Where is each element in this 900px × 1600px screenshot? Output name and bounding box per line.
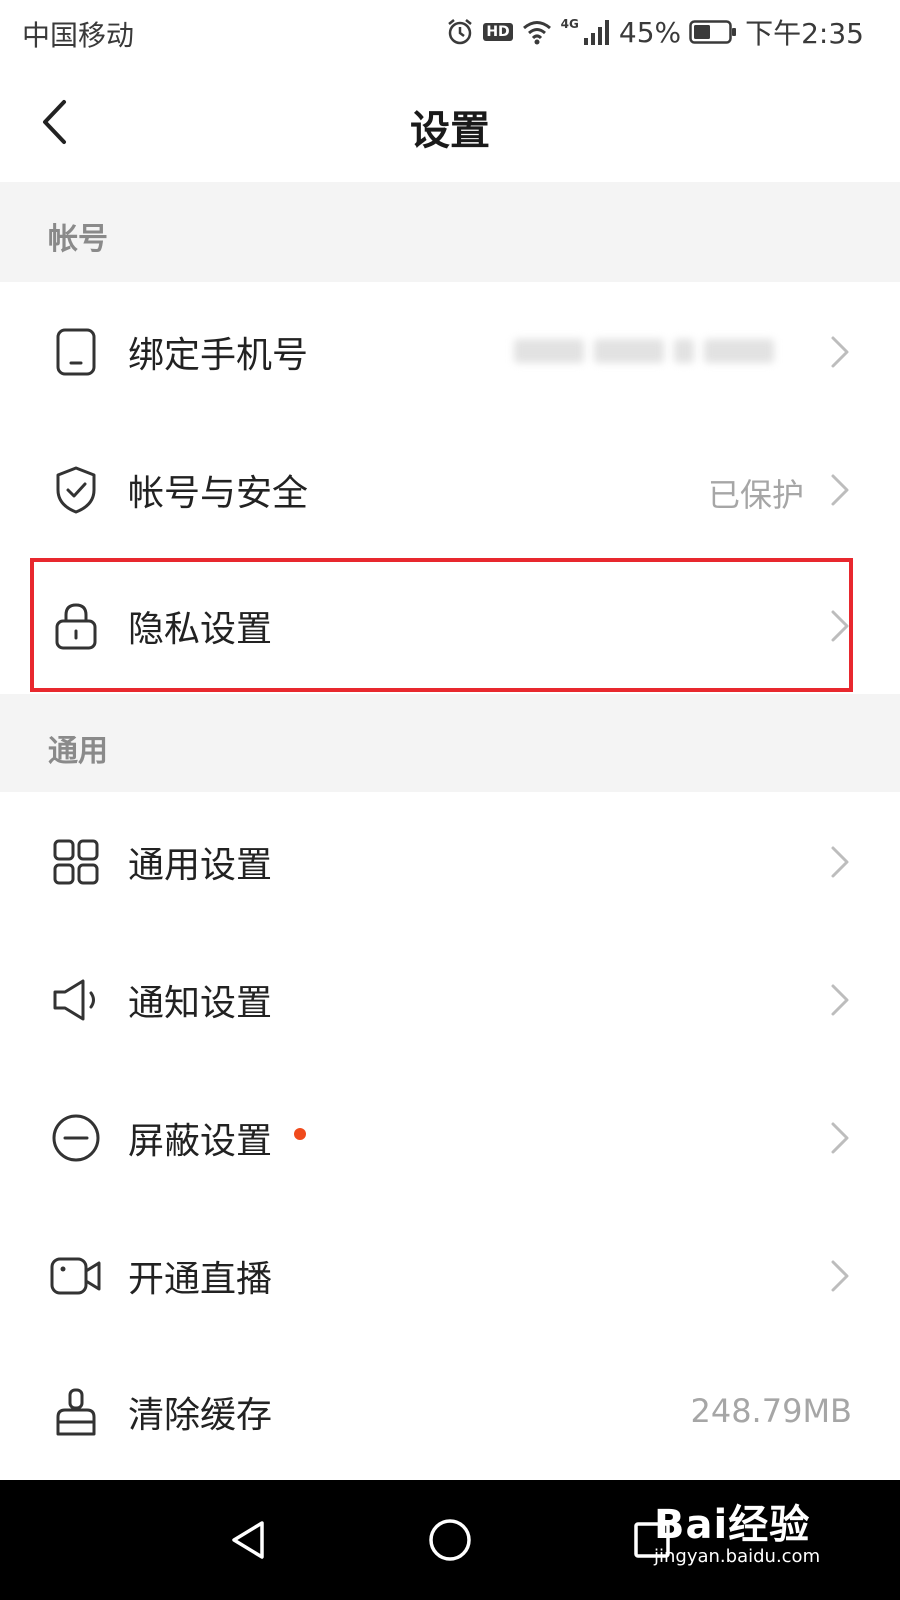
watermark-brand: Bai经验 bbox=[654, 1502, 811, 1548]
new-badge-dot bbox=[294, 1128, 306, 1140]
settings-item-notification[interactable]: 通知设置 bbox=[0, 930, 900, 1070]
settings-item-clear-cache[interactable]: 清除缓存 248.79MB bbox=[0, 1342, 900, 1482]
system-nav-bar: Bai经验 jingyan.baidu.com bbox=[0, 1480, 900, 1600]
video-camera-icon bbox=[48, 1248, 104, 1304]
section-title: 通用 bbox=[48, 734, 108, 769]
item-label: 屏蔽设置 bbox=[128, 1121, 273, 1162]
chevron-right-icon bbox=[831, 984, 849, 1016]
settings-item-account-security[interactable]: 帐号与安全 已保护 bbox=[0, 420, 900, 560]
item-value: 已保护 bbox=[707, 476, 804, 514]
lock-icon bbox=[48, 598, 104, 654]
nav-back-button[interactable] bbox=[208, 1500, 288, 1580]
chevron-right-icon bbox=[831, 336, 849, 368]
item-label: 帐号与安全 bbox=[128, 473, 309, 514]
status-bar: 中国移动 HD 4G 45% 下午2:35 bbox=[0, 0, 900, 64]
grid-icon bbox=[48, 834, 104, 890]
battery-icon bbox=[689, 19, 737, 45]
settings-item-general[interactable]: 通用设置 bbox=[0, 792, 900, 932]
item-label: 隐私设置 bbox=[128, 609, 273, 650]
block-icon bbox=[48, 1110, 104, 1166]
hd-badge: HD bbox=[483, 23, 513, 41]
section-header-general: 通用 bbox=[0, 694, 900, 794]
item-label: 清除缓存 bbox=[128, 1395, 273, 1436]
cache-size: 248.79MB bbox=[690, 1392, 852, 1430]
section-header-account: 帐号 bbox=[0, 182, 900, 282]
item-label: 通用设置 bbox=[128, 845, 273, 886]
chevron-right-icon bbox=[831, 1260, 849, 1292]
battery-percent: 45% bbox=[618, 15, 682, 49]
nav-home-button[interactable] bbox=[410, 1500, 490, 1580]
settings-item-block[interactable]: 屏蔽设置 bbox=[0, 1068, 900, 1208]
item-label: 绑定手机号 bbox=[128, 335, 309, 376]
shield-check-icon bbox=[48, 462, 104, 518]
settings-item-privacy[interactable]: 隐私设置 bbox=[0, 556, 900, 696]
clock-time: 下午2:35 bbox=[745, 17, 864, 50]
chevron-right-icon bbox=[831, 474, 849, 506]
brush-icon bbox=[48, 1384, 104, 1440]
triangle-back-icon bbox=[232, 1521, 264, 1559]
speaker-icon bbox=[48, 972, 104, 1028]
carrier-name: 中国移动 bbox=[22, 19, 135, 52]
watermark-url: jingyan.baidu.com bbox=[654, 1546, 821, 1567]
chevron-right-icon bbox=[831, 1122, 849, 1154]
item-label: 开通直播 bbox=[128, 1259, 273, 1300]
page-header: 设置 bbox=[0, 64, 900, 184]
section-title: 帐号 bbox=[48, 222, 108, 257]
phone-icon bbox=[48, 324, 104, 380]
wifi-icon bbox=[521, 18, 553, 46]
signal-icon bbox=[583, 18, 611, 46]
settings-item-bind-phone[interactable]: 绑定手机号 bbox=[0, 282, 900, 422]
item-label: 通知设置 bbox=[128, 983, 273, 1024]
settings-item-live[interactable]: 开通直播 bbox=[0, 1206, 900, 1346]
circle-home-icon bbox=[429, 1519, 471, 1561]
network-type: 4G bbox=[560, 17, 579, 31]
alarm-icon bbox=[445, 17, 475, 47]
masked-phone-number bbox=[514, 334, 804, 368]
baidu-jingyan-watermark: Bai经验 jingyan.baidu.com bbox=[654, 1486, 864, 1594]
chevron-right-icon bbox=[831, 846, 849, 878]
page-title: 设置 bbox=[410, 108, 490, 154]
status-icons: HD 4G 45% 下午2:35 bbox=[445, 12, 864, 52]
chevron-right-icon bbox=[831, 610, 849, 642]
